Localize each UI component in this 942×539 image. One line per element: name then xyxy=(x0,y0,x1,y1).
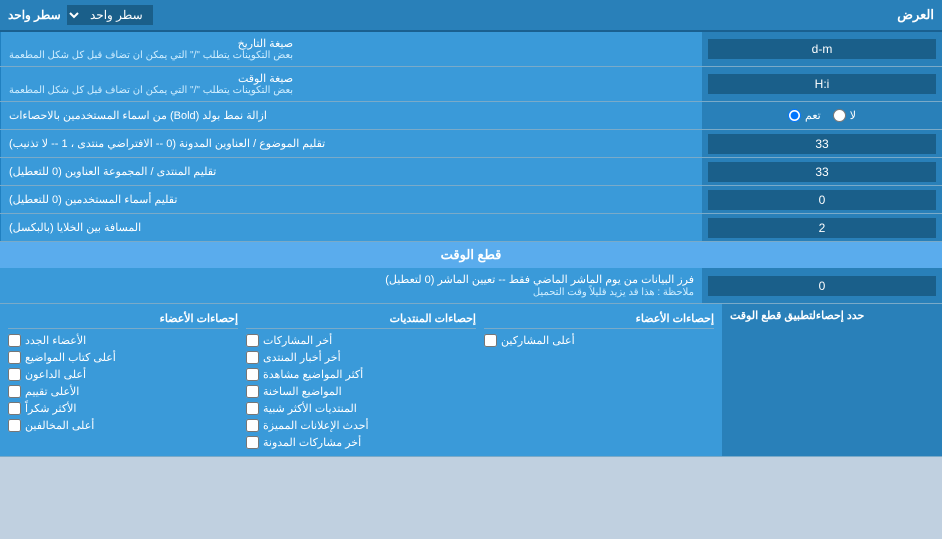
list-item: المنتديات الأكثر شبية xyxy=(246,400,476,417)
time-format-input-container: H:i xyxy=(702,67,942,101)
header-title: العرض xyxy=(897,7,934,23)
checkbox-col2-4[interactable] xyxy=(246,402,259,415)
radio-yes-label[interactable]: تعم xyxy=(788,109,821,122)
topics-order-label: تقليم الموضوع / العناوين المدونة (0 -- ا… xyxy=(0,130,702,157)
forum-order-row: 33 تقليم المنتدى / المجموعة العناوين (0 … xyxy=(0,158,942,186)
checkbox-col2-1[interactable] xyxy=(246,351,259,364)
stats-apply-label: حدد إحصاءلتطبيق قطع الوقت xyxy=(722,304,942,456)
cells-spacing-input[interactable]: 2 xyxy=(708,218,936,238)
list-item: أعلى الداعون xyxy=(8,366,238,383)
usernames-trim-input-container: 0 xyxy=(702,186,942,213)
date-format-input[interactable]: d-m xyxy=(708,39,936,59)
forum-order-label: تقليم المنتدى / المجموعة العناوين (0 للت… xyxy=(0,158,702,185)
date-format-input-container: d-m xyxy=(702,32,942,66)
list-item: المواضيع الساخنة xyxy=(246,383,476,400)
date-format-row: d-m صيغة التاريخ بعض التكوينات يتطلب "/"… xyxy=(0,32,942,67)
topics-order-row: 33 تقليم الموضوع / العناوين المدونة (0 -… xyxy=(0,130,942,158)
remove-bold-label: ازالة نمط بولد (Bold) من اسماء المستخدمي… xyxy=(0,102,702,129)
list-item: أحدث الإعلانات المميزة xyxy=(246,417,476,434)
list-item: أخر المشاركات xyxy=(246,332,476,349)
cut-time-section-title: قطع الوقت xyxy=(0,242,942,268)
cut-time-label: فرز البيانات من يوم الماشر الماضي فقط --… xyxy=(0,268,702,303)
list-item: أعلى المخالفين xyxy=(8,417,238,434)
checkbox-col1-4[interactable] xyxy=(8,402,21,415)
topics-order-input-container: 33 xyxy=(702,130,942,157)
checkbox-col1-3[interactable] xyxy=(8,385,21,398)
remove-bold-row: لا تعم ازالة نمط بولد (Bold) من اسماء ال… xyxy=(0,102,942,130)
col3: إحصاءات الأعضاء أعلى المشاركين xyxy=(484,309,714,451)
list-item: الأعضاء الجدد xyxy=(8,332,238,349)
cut-time-input-container: 0 xyxy=(702,268,942,303)
checkbox-col1-5[interactable] xyxy=(8,419,21,432)
radio-no[interactable] xyxy=(833,109,846,122)
checkboxes-section: حدد إحصاءلتطبيق قطع الوقت إحصاءات الأعضا… xyxy=(0,304,942,457)
forum-order-input[interactable]: 33 xyxy=(708,162,936,182)
checkbox-col1-1[interactable] xyxy=(8,351,21,364)
forum-order-input-container: 33 xyxy=(702,158,942,185)
time-format-label: صيغة الوقت بعض التكوينات يتطلب "/" التي … xyxy=(0,67,702,101)
cut-time-input[interactable]: 0 xyxy=(708,276,936,296)
cells-spacing-row: 2 المسافة بين الخلايا (بالبكسل) xyxy=(0,214,942,242)
usernames-trim-input[interactable]: 0 xyxy=(708,190,936,210)
list-item: أخر أخبار المنتدى xyxy=(246,349,476,366)
checkbox-col3-0[interactable] xyxy=(484,334,497,347)
radio-no-label[interactable]: لا xyxy=(833,109,856,122)
checkbox-col2-6[interactable] xyxy=(246,436,259,449)
checkbox-col1-2[interactable] xyxy=(8,368,21,381)
list-item: أعلى المشاركين xyxy=(484,332,714,349)
display-select[interactable]: سطر واحدسطرانثلاثة أسطر xyxy=(67,5,153,25)
time-format-input[interactable]: H:i xyxy=(708,74,936,94)
checkbox-col2-5[interactable] xyxy=(246,419,259,432)
cut-time-row: 0 فرز البيانات من يوم الماشر الماضي فقط … xyxy=(0,268,942,304)
cells-spacing-input-container: 2 xyxy=(702,214,942,241)
checkbox-col2-2[interactable] xyxy=(246,368,259,381)
list-item: أكثر المواضيع مشاهدة xyxy=(246,366,476,383)
list-item: أعلى كتاب المواضيع xyxy=(8,349,238,366)
checkboxes-grid: إحصاءات الأعضاء أعلى المشاركين إحصاءات ا… xyxy=(8,309,714,451)
header-bar: العرض سطر واحدسطرانثلاثة أسطر سطر واحد xyxy=(0,0,942,30)
remove-bold-radio-container: لا تعم xyxy=(702,102,942,129)
checkbox-col2-3[interactable] xyxy=(246,385,259,398)
cells-spacing-label: المسافة بين الخلايا (بالبكسل) xyxy=(0,214,702,241)
topics-order-input[interactable]: 33 xyxy=(708,134,936,154)
select-label: سطر واحد xyxy=(8,8,61,22)
main-container: العرض سطر واحدسطرانثلاثة أسطر سطر واحد d… xyxy=(0,0,942,457)
col2: إحصاءات المنتديات أخر المشاركات أخر أخبا… xyxy=(246,309,476,451)
list-item: الأعلى تقييم xyxy=(8,383,238,400)
radio-yes[interactable] xyxy=(788,109,801,122)
usernames-trim-row: 0 تقليم أسماء المستخدمين (0 للتعطيل) xyxy=(0,186,942,214)
usernames-trim-label: تقليم أسماء المستخدمين (0 للتعطيل) xyxy=(0,186,702,213)
checkbox-col2-0[interactable] xyxy=(246,334,259,347)
time-format-row: H:i صيغة الوقت بعض التكوينات يتطلب "/" ا… xyxy=(0,67,942,102)
checkbox-col1-0[interactable] xyxy=(8,334,21,347)
header-row: العرض سطر واحدسطرانثلاثة أسطر سطر واحد xyxy=(0,0,942,32)
date-format-label: صيغة التاريخ بعض التكوينات يتطلب "/" الت… xyxy=(0,32,702,66)
list-item: أخر مشاركات المدونة xyxy=(246,434,476,451)
col1: إحصاءات الأعضاء الأعضاء الجدد أعلى كتاب … xyxy=(8,309,238,451)
list-item: الأكثر شكراً xyxy=(8,400,238,417)
